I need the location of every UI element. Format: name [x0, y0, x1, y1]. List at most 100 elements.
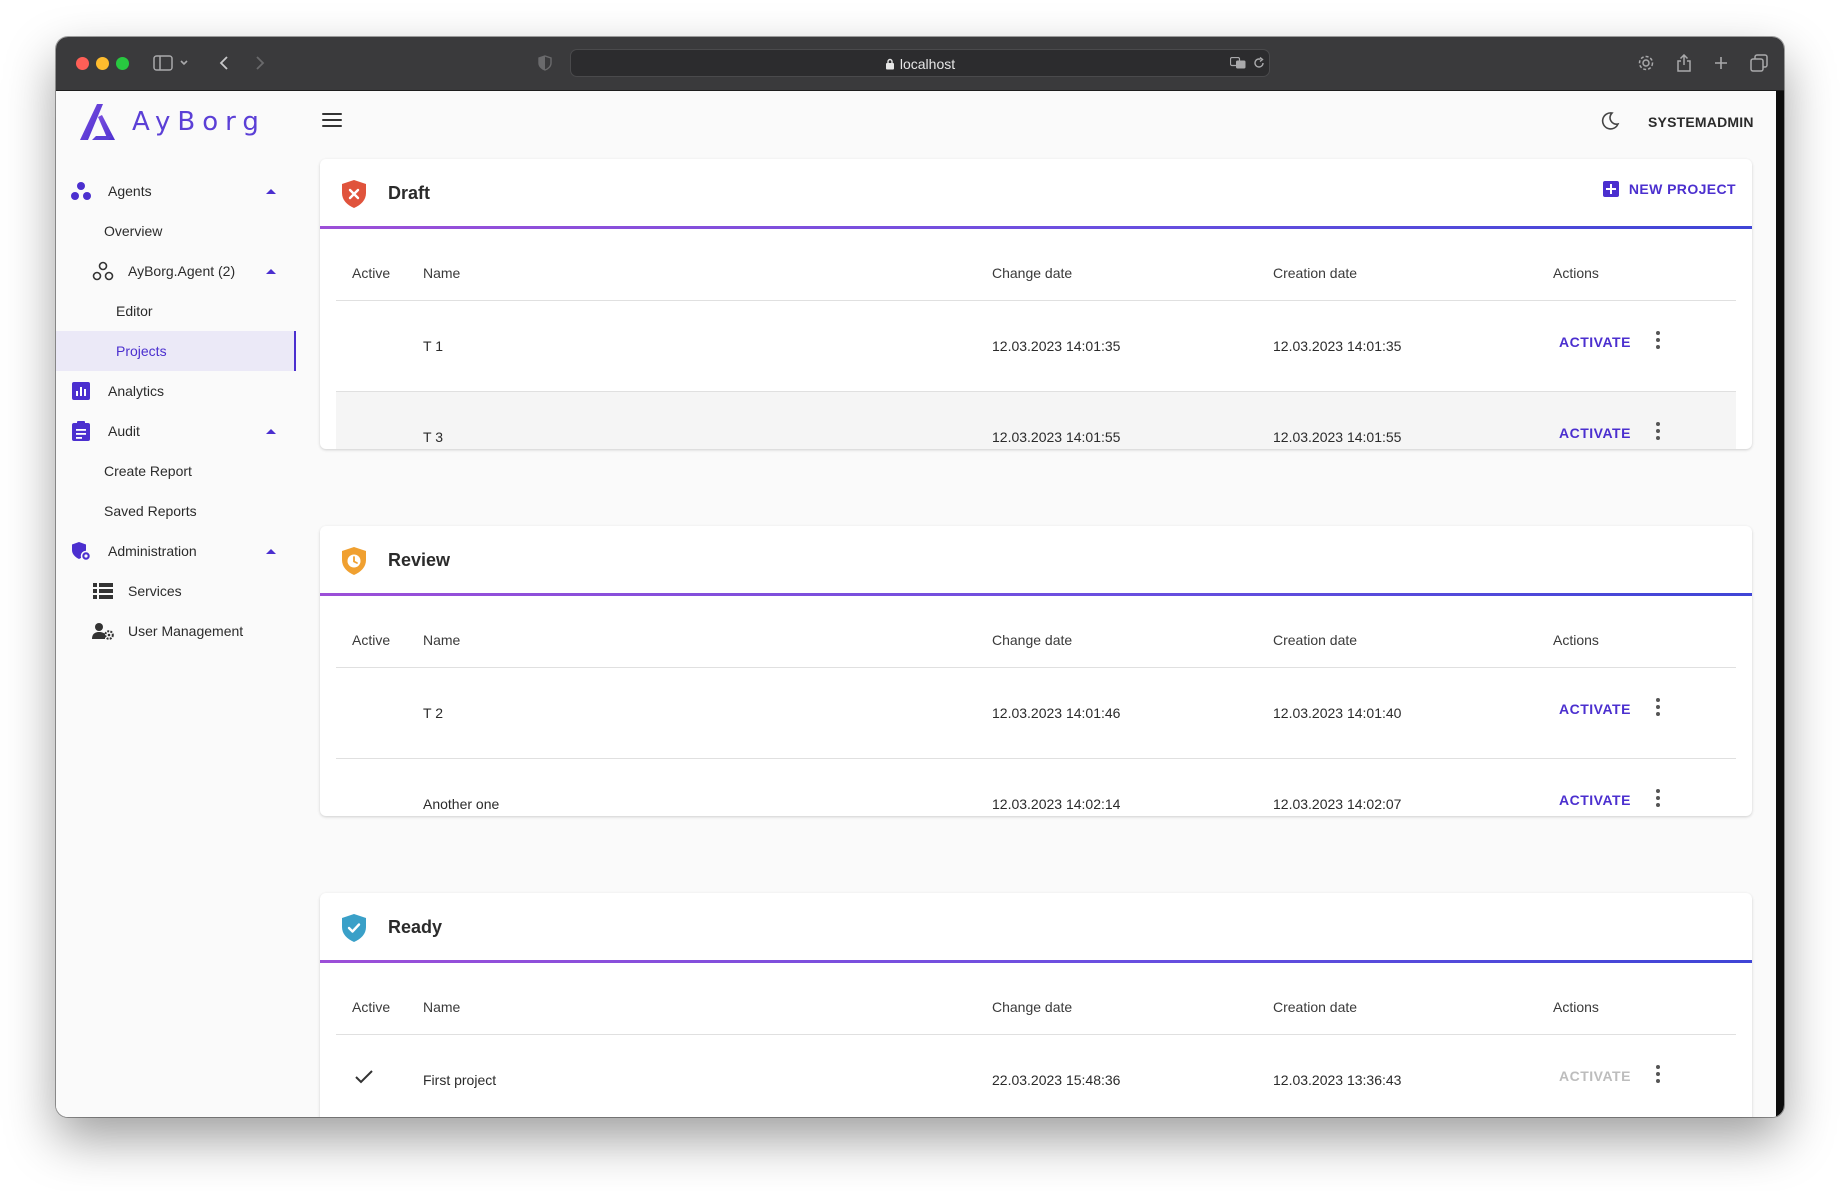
sidebar-label: Editor [116, 303, 153, 319]
project-name: T 1 [423, 338, 443, 354]
back-icon[interactable] [216, 51, 232, 75]
clipboard-icon [70, 420, 92, 442]
more-vert-icon[interactable] [1656, 422, 1660, 440]
caret-up-icon[interactable] [266, 548, 276, 554]
activate-button[interactable]: ACTIVATE [1559, 701, 1631, 717]
sidebar-item-services[interactable]: Services [56, 571, 296, 611]
new-tab-icon[interactable] [1711, 51, 1731, 75]
change-date: 22.03.2023 15:48:36 [992, 1072, 1121, 1088]
sidebar-item-user-management[interactable]: User Management [56, 611, 296, 651]
share-icon[interactable] [1674, 51, 1694, 75]
reload-icon[interactable] [1251, 54, 1267, 72]
settings-icon[interactable] [1636, 51, 1656, 75]
col-active: Active [352, 632, 391, 648]
table-row[interactable]: Another one 12.03.2023 14:02:14 12.03.20… [336, 759, 1736, 816]
services-list-icon [92, 580, 114, 602]
user-settings-icon [92, 620, 114, 642]
ayborg-logo-icon [80, 104, 115, 140]
sidebar-label: Saved Reports [104, 503, 197, 519]
sidebar-label: Projects [116, 343, 167, 359]
projects-table: Active Name Change date Creation date Ac… [336, 229, 1736, 449]
project-name: Another one [423, 796, 500, 812]
table-row[interactable]: T 2 12.03.2023 14:01:46 12.03.2023 14:01… [336, 668, 1736, 759]
activate-button[interactable]: ACTIVATE [1559, 425, 1631, 441]
ready-shield-check-icon [342, 914, 366, 942]
change-date: 12.03.2023 14:02:14 [992, 796, 1121, 812]
sidebar-label: Administration [108, 543, 197, 559]
scrollbar[interactable] [1776, 91, 1784, 1117]
forward-icon[interactable] [252, 51, 268, 75]
table-header: Active Name Change date Creation date Ac… [336, 963, 1736, 1035]
table-header: Active Name Change date Creation date Ac… [336, 596, 1736, 668]
change-date: 12.03.2023 14:01:35 [992, 338, 1121, 354]
menu-icon[interactable] [322, 113, 342, 129]
add-box-icon [1602, 181, 1619, 197]
col-change-date: Change date [992, 999, 1073, 1015]
dark-mode-moon-icon[interactable] [1600, 111, 1620, 136]
more-vert-icon[interactable] [1656, 331, 1660, 349]
sidebar-label: Services [128, 583, 182, 599]
minimize-window-button[interactable] [96, 57, 109, 70]
sidebar-label: Analytics [108, 383, 165, 399]
privacy-shield-icon[interactable] [536, 51, 554, 75]
creation-date: 12.03.2023 14:01:35 [1273, 338, 1402, 354]
check-icon [355, 1070, 373, 1084]
change-date: 12.03.2023 14:01:46 [992, 705, 1121, 721]
table-row[interactable]: T 1 12.03.2023 14:01:35 12.03.2023 14:01… [336, 301, 1736, 392]
table-row[interactable]: First project 22.03.2023 15:48:36 12.03.… [336, 1035, 1736, 1117]
sidebar-item-overview[interactable]: Overview [56, 211, 296, 251]
table-header: Active Name Change date Creation date Ac… [336, 229, 1736, 301]
sidebar-label: Audit [108, 423, 140, 439]
more-vert-icon[interactable] [1656, 789, 1660, 807]
sidebar-item-create-report[interactable]: Create Report [56, 451, 296, 491]
caret-up-icon[interactable] [266, 188, 276, 194]
sidebar-item-saved-reports[interactable]: Saved Reports [56, 491, 296, 531]
activate-button[interactable]: ACTIVATE [1559, 334, 1631, 350]
analytics-icon [70, 380, 92, 402]
sidebar-label: Overview [104, 223, 163, 239]
tab-overview-icon[interactable] [1749, 51, 1769, 75]
translate-icon[interactable] [1229, 54, 1247, 72]
caret-up-icon[interactable] [266, 268, 276, 274]
table-row[interactable]: T 3 12.03.2023 14:01:55 12.03.2023 14:01… [336, 392, 1736, 449]
sidebar-item-audit[interactable]: Audit [56, 411, 296, 451]
ayborg-logo[interactable]: AyBorg [78, 103, 266, 141]
creation-date: 12.03.2023 14:01:55 [1273, 429, 1402, 445]
projects-table: Active Name Change date Creation date Ac… [336, 963, 1736, 1117]
sidebar-label: AyBorg.Agent (2) [128, 263, 236, 279]
zoom-window-button[interactable] [116, 57, 129, 70]
address-bar[interactable]: localhost [570, 49, 1270, 77]
project-name: First project [423, 1072, 497, 1088]
sidebar-label: User Management [128, 623, 244, 639]
sidebar-item-agents[interactable]: Agents [56, 171, 296, 211]
col-name: Name [423, 999, 461, 1015]
draft-card: Draft NEW PROJECT Active Name Change dat… [320, 159, 1752, 449]
sidebar-item-editor[interactable]: Editor [56, 291, 296, 331]
browser-window: localhost AyBorg Agents Overview AyBorg.… [56, 37, 1784, 1117]
col-creation-date: Creation date [1273, 999, 1358, 1015]
chevron-down-icon[interactable] [178, 51, 190, 75]
sidebar-item-administration[interactable]: Administration [56, 531, 296, 571]
more-vert-icon[interactable] [1656, 698, 1660, 716]
activate-button[interactable]: ACTIVATE [1559, 1068, 1631, 1084]
sidebar: AyBorg Agents Overview AyBorg.Agent (2) [56, 91, 296, 1117]
new-project-button[interactable]: NEW PROJECT [1602, 181, 1736, 197]
activate-button[interactable]: ACTIVATE [1559, 792, 1631, 808]
sidebar-item-projects[interactable]: Projects [56, 331, 296, 371]
sidebar-toggle-icon[interactable] [152, 51, 174, 75]
card-title: Review [388, 550, 451, 570]
lock-icon [885, 57, 895, 73]
col-actions: Actions [1553, 999, 1599, 1015]
card-title: Ready [388, 917, 443, 937]
more-vert-icon[interactable] [1656, 1065, 1660, 1083]
agents-icon [70, 180, 92, 202]
caret-up-icon[interactable] [266, 428, 276, 434]
ready-card: Ready Active Name Change date Creation d… [320, 893, 1752, 1117]
change-date: 12.03.2023 14:01:55 [992, 429, 1121, 445]
sidebar-item-analytics[interactable]: Analytics [56, 371, 296, 411]
review-shield-clock-icon [342, 547, 366, 575]
sidebar-item-agent[interactable]: AyBorg.Agent (2) [56, 251, 296, 291]
draft-shield-icon [342, 180, 366, 208]
current-user[interactable]: SYSTEMADMIN [1648, 114, 1754, 130]
close-window-button[interactable] [76, 57, 89, 70]
